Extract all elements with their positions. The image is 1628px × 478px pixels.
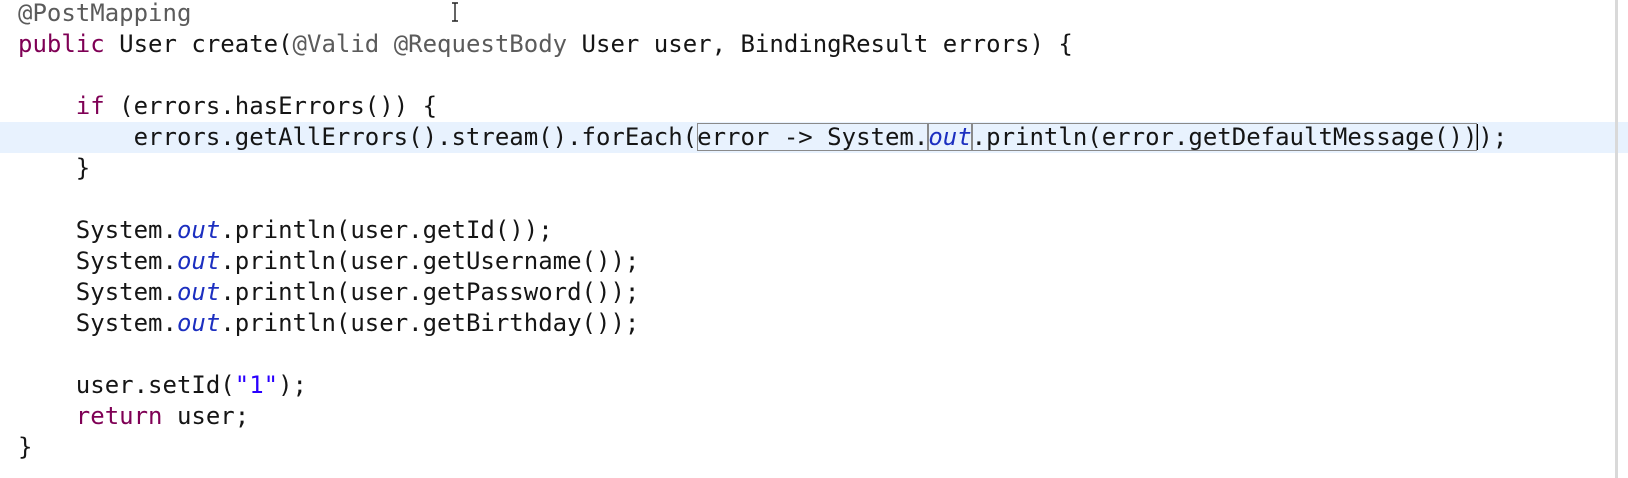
code-token: System. xyxy=(18,309,177,337)
code-token: out xyxy=(928,123,972,151)
editor-right-border xyxy=(1615,0,1618,478)
code-token: user; xyxy=(162,402,250,430)
code-line[interactable]: } xyxy=(0,432,1628,463)
code-token: error -> System. xyxy=(697,123,929,151)
code-line[interactable]: return user; xyxy=(0,401,1628,432)
code-token: .println(user.getId()); xyxy=(220,216,553,244)
code-token: System. xyxy=(18,247,177,275)
code-line[interactable]: System.out.println(user.getUsername()); xyxy=(0,246,1628,277)
code-token: ); xyxy=(278,371,308,399)
code-token: } xyxy=(18,433,33,461)
code-line[interactable]: System.out.println(user.getPassword()); xyxy=(0,277,1628,308)
code-token: .println(error.getDefaultMessage()) xyxy=(971,123,1478,151)
code-line[interactable]: public User create(@Valid @RequestBody U… xyxy=(0,29,1628,60)
code-line[interactable]: System.out.println(user.getBirthday()); xyxy=(0,308,1628,339)
code-token: if xyxy=(75,92,105,120)
code-token: ); xyxy=(1478,123,1508,151)
mouse-ibeam-cursor-icon xyxy=(452,2,458,22)
code-token: } xyxy=(18,154,91,182)
code-token: System. xyxy=(18,216,177,244)
code-token: out xyxy=(176,278,221,306)
code-token: out xyxy=(176,216,221,244)
code-token: User create( xyxy=(104,30,293,58)
code-line[interactable]: } xyxy=(0,153,1628,184)
code-line[interactable]: errors.getAllErrors().stream().forEach(e… xyxy=(0,122,1628,153)
code-line[interactable]: @PostMapping xyxy=(0,0,1628,29)
code-token: .println(user.getPassword()); xyxy=(220,278,640,306)
code-token: public xyxy=(18,30,105,58)
code-line[interactable]: user.setId("1"); xyxy=(0,370,1628,401)
code-line[interactable] xyxy=(0,339,1628,370)
code-token: return xyxy=(75,402,163,430)
code-token: .println(user.getUsername()); xyxy=(220,247,640,275)
code-token: user.setId( xyxy=(18,371,235,399)
code-token: @PostMapping xyxy=(18,0,192,27)
code-token: @Valid xyxy=(292,30,380,58)
code-token: errors.getAllErrors().stream().forEach( xyxy=(18,123,698,151)
code-line[interactable] xyxy=(0,184,1628,215)
code-token: System. xyxy=(18,278,177,306)
code-line[interactable]: if (errors.hasErrors()) { xyxy=(0,91,1628,122)
code-token: (errors.hasErrors()) { xyxy=(104,92,438,120)
code-line[interactable] xyxy=(0,60,1628,91)
code-token: .println(user.getBirthday()); xyxy=(220,309,640,337)
code-token: out xyxy=(176,309,221,337)
code-editor[interactable]: @PostMapping public User create(@Valid @R… xyxy=(0,0,1628,478)
code-line[interactable]: System.out.println(user.getId()); xyxy=(0,215,1628,246)
code-token: "1" xyxy=(234,371,279,399)
code-token: @RequestBody xyxy=(393,30,568,58)
code-token: User user, BindingResult errors) { xyxy=(567,30,1073,58)
code-token: out xyxy=(176,247,221,275)
